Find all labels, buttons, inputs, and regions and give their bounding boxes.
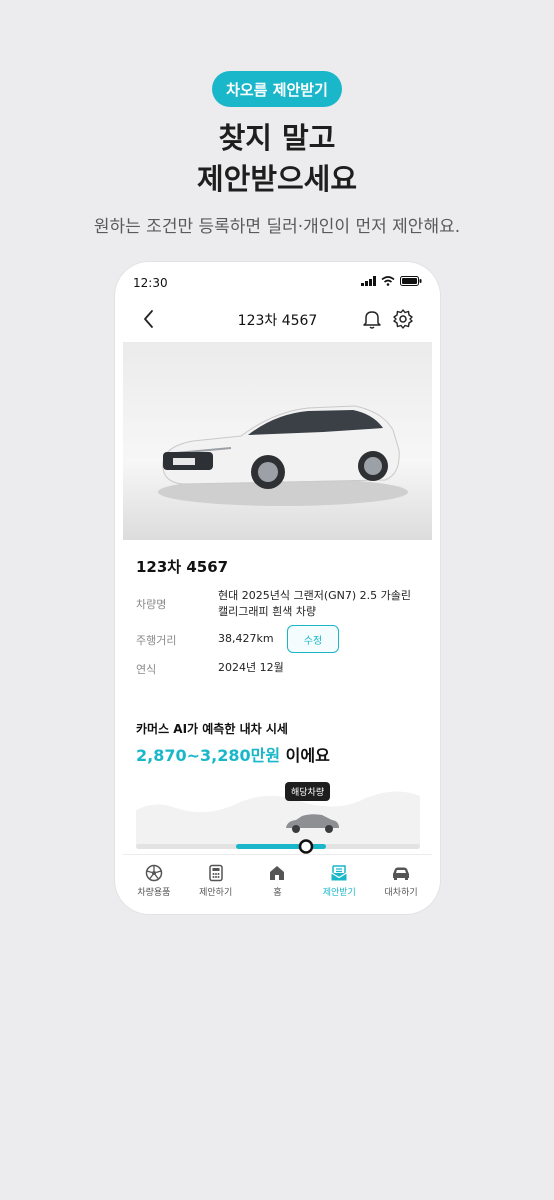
tab-label: 차량용품	[137, 888, 171, 898]
calculator-icon	[208, 864, 223, 882]
price-range: 2,870~3,280만원	[136, 746, 281, 765]
mileage-value: 38,427km	[218, 632, 274, 645]
tab-label: 대차하기	[384, 888, 418, 898]
tab-home[interactable]: 홈	[247, 855, 309, 906]
tab-car-supplies[interactable]: 차량용품	[123, 855, 185, 906]
signal-icon	[361, 276, 376, 286]
price-suffix: 이에요	[280, 746, 330, 765]
battery-icon	[400, 276, 422, 286]
ai-estimate-label: 카머스 AI가 예측한 내차 시세	[136, 722, 288, 736]
year-value: 2024년 12월	[218, 661, 284, 674]
car-icon	[393, 867, 410, 880]
inbox-icon	[331, 865, 348, 881]
tab-propose[interactable]: 제안하기	[185, 855, 247, 906]
promo-subline: 원하는 조건만 등록하면 딜러·개인이 먼저 제안해요.	[93, 217, 461, 237]
car-illustration	[158, 405, 408, 506]
model-value-line-1: 현대 2025년식 그랜저(GN7) 2.5 가솔린	[218, 589, 412, 602]
tab-label: 제안받기	[322, 888, 356, 898]
year-label: 연식	[136, 663, 157, 676]
status-time: 12:30	[133, 276, 168, 290]
promo-badge: 차오름 제안받기	[212, 71, 342, 107]
model-value-line-2: 캘리그래피 흰색 차량	[218, 605, 317, 618]
wifi-icon	[381, 276, 395, 286]
bottom-tab-bar: 차량용품 제안하기 홈 제안받기 대차하기	[123, 854, 432, 906]
bell-icon[interactable]	[361, 308, 383, 330]
phone-screen: 12:30 123차 4567 123차 4567 차량명 현대 2025년식 …	[123, 270, 432, 906]
edit-mileage-button[interactable]: 수정	[287, 625, 339, 653]
headline-line-1: 찾지 말고	[218, 121, 336, 155]
headline-line-2: 제안받으세요	[196, 162, 358, 196]
page-title: 123차 4567	[237, 313, 318, 329]
current-car-tag: 해당차량	[285, 782, 331, 801]
price-line: 2,870~3,280만원 이에요	[136, 742, 330, 766]
model-label: 차량명	[136, 598, 167, 611]
gear-icon[interactable]	[392, 308, 414, 330]
phone-frame: 12:30 123차 4567 123차 4567 차량명 현대 2025년식 …	[115, 262, 440, 914]
mileage-label: 주행거리	[136, 634, 177, 647]
tab-label: 제안하기	[199, 888, 233, 898]
price-distribution-chart	[136, 791, 420, 854]
car-plate-title: 123차 4567	[136, 558, 229, 576]
home-icon	[270, 866, 285, 880]
current-car-marker[interactable]	[298, 839, 314, 854]
tab-label: 홈	[273, 888, 282, 898]
status-icons	[361, 276, 422, 286]
tab-car-loan[interactable]: 대차하기	[370, 855, 432, 906]
car-photo	[123, 342, 432, 540]
tab-receive-offers[interactable]: 제안받기	[308, 855, 370, 906]
wheel-icon	[145, 864, 163, 882]
